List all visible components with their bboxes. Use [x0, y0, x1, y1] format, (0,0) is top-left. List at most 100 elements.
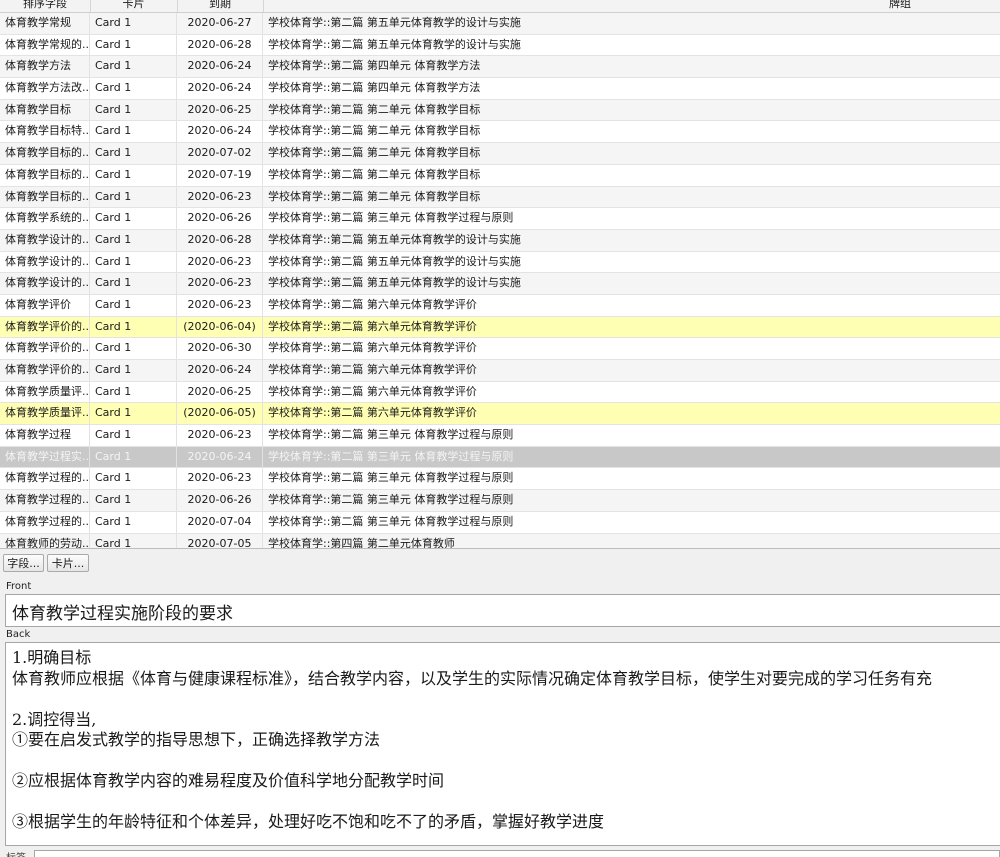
table-row[interactable]: 体育教学方法改... Card 1 2020-06-24 学校体育学::第二篇 第四单…	[0, 78, 1000, 100]
table-row[interactable]: 体育教学目标的... Card 1 2020-07-02 学校体育学::第二篇 第二单…	[0, 143, 1000, 165]
back-field-line: ①要在启发式教学的指导思想下，正确选择教学方法	[12, 730, 381, 749]
table-row[interactable]: 体育教学质量评... Card 1 (2020-06-05) 学校体育学::第二篇 第…	[0, 403, 1000, 426]
cell-sort-field: 体育教学目标的...	[0, 143, 90, 164]
cell-due: 2020-06-27	[177, 13, 263, 34]
cell-deck: 学校体育学::第二篇 第三单元 体育教学过程与原则	[268, 514, 514, 528]
column-header-sort-field[interactable]: 排序字段	[0, 0, 91, 12]
cell-card: Card 1	[90, 143, 177, 164]
cell-due: 2020-06-23	[177, 425, 263, 446]
back-field-line: 2.调控得当,	[12, 709, 97, 729]
back-field-line	[12, 751, 1000, 772]
table-row[interactable]: 体育教学常规 Card 1 2020-06-27 学校体育学::第二篇 第五单元体育教…	[0, 13, 1000, 35]
cell-deck: 学校体育学::第二篇 第五单元体育教学的设计与实施	[268, 276, 521, 290]
cell-sort-field: 体育教学常规	[0, 13, 90, 34]
front-field-label: Front	[6, 581, 32, 592]
cell-card: Card 1	[90, 316, 177, 338]
table-row[interactable]: 体育教学设计的... Card 1 2020-06-23 学校体育学::第二篇 第五单…	[0, 273, 1000, 295]
table-row[interactable]: 体育教学评价 Card 1 2020-06-23 学校体育学::第二篇 第六单元体育教…	[0, 294, 1000, 317]
column-header-card[interactable]: 卡片	[90, 0, 178, 12]
cell-deck: 学校体育学::第二篇 第五单元体育教学的设计与实施	[268, 37, 521, 51]
cell-due: 2020-06-24	[177, 121, 263, 143]
cell-sort-field: 体育教学方法改...	[0, 78, 90, 99]
cell-due: 2020-06-23	[177, 251, 263, 273]
back-field-line	[12, 689, 1000, 710]
cell-due: 2020-06-24	[177, 360, 263, 381]
table-row[interactable]: 体育教学评价的... Card 1 2020-06-24 学校体育学::第二篇 第六单…	[0, 360, 1000, 382]
cell-deck: 学校体育学::第二篇 第三单元 体育教学过程与原则	[268, 211, 514, 225]
cell-deck: 学校体育学::第二篇 第二单元 体育教学目标	[268, 124, 481, 138]
cell-card: Card 1	[90, 34, 177, 56]
cell-sort-field: 体育教学方法	[0, 56, 90, 78]
cell-deck: 学校体育学::第二篇 第四单元 体育教学方法	[268, 59, 481, 73]
cell-due: 2020-06-23	[177, 468, 263, 490]
cell-sort-field: 体育教学过程的...	[0, 511, 90, 533]
cell-card: Card 1	[90, 403, 177, 425]
table-header: 排序字段 卡片 到期 牌组	[0, 0, 1000, 13]
cell-due: 2020-06-24	[177, 78, 263, 99]
cell-due: 2020-06-28	[177, 34, 263, 56]
back-field-line: 1.明确目标	[12, 648, 92, 667]
table-row[interactable]: 体育教学方法 Card 1 2020-06-24 学校体育学::第二篇 第四单元 体育…	[0, 56, 1000, 79]
cell-due: 2020-06-26	[177, 208, 263, 229]
cell-card: Card 1	[90, 229, 177, 251]
back-field-line	[12, 792, 1000, 813]
cell-card: Card 1	[90, 490, 177, 511]
back-field-line: 体育教师应根据《体育与健康课程标准》，结合教学内容，以及学生的实际情况确定体育教…	[12, 668, 933, 688]
table-row[interactable]: 体育教学质量评... Card 1 2020-06-25 学校体育学::第二篇 第六单…	[0, 381, 1000, 404]
cell-deck: 学校体育学::第二篇 第六单元体育教学评价	[268, 297, 477, 311]
table-row[interactable]: 体育教学目标的... Card 1 2020-07-19 学校体育学::第二篇 第二单…	[0, 164, 1000, 187]
cell-due: (2020-06-05)	[177, 403, 263, 425]
cell-card: Card 1	[90, 360, 177, 381]
front-field[interactable]: 体育教学过程实施阶段的要求	[5, 594, 1000, 627]
table-row[interactable]: 体育教学评价的... Card 1 (2020-06-04) 学校体育学::第二篇 第…	[0, 316, 1000, 339]
table-row[interactable]: 体育教学过程的... Card 1 2020-06-23 学校体育学::第二篇 第三单…	[0, 468, 1000, 491]
table-row[interactable]: 体育教学目标 Card 1 2020-06-25 学校体育学::第二篇 第二单元 体育…	[0, 99, 1000, 122]
cell-deck: 学校体育学::第二篇 第六单元体育教学评价	[268, 319, 477, 333]
cell-sort-field: 体育教学过程实...	[0, 446, 90, 468]
cell-sort-field: 体育教学设计的...	[0, 251, 90, 273]
back-field-label: Back	[6, 629, 31, 640]
cell-card: Card 1	[90, 381, 177, 403]
cell-card: Card 1	[90, 56, 177, 78]
cards-button[interactable]: 卡片...	[47, 554, 89, 572]
fields-button[interactable]: 字段...	[3, 554, 44, 572]
cell-card: Card 1	[90, 99, 177, 121]
tags-label: 标签	[6, 849, 26, 857]
table-row[interactable]: 体育教师的劳动... Card 1 2020-07-05 学校体育学::第四篇 第二单…	[0, 533, 1000, 549]
cell-due: 2020-06-30	[177, 338, 263, 359]
cell-card: Card 1	[90, 186, 177, 208]
table-row[interactable]: 体育教学过程的... Card 1 2020-07-04 学校体育学::第二篇 第三单…	[0, 511, 1000, 534]
cell-sort-field: 体育教学设计的...	[0, 229, 90, 251]
cell-due: 2020-07-04	[177, 511, 263, 533]
tags-input[interactable]	[34, 850, 1000, 857]
cell-deck: 学校体育学::第四篇 第二单元体育教师	[268, 536, 455, 549]
table-row[interactable]: 体育教学过程的... Card 1 2020-06-26 学校体育学::第二篇 第三单…	[0, 490, 1000, 512]
cell-deck: 学校体育学::第二篇 第三单元 体育教学过程与原则	[268, 493, 514, 507]
cell-sort-field: 体育教学评价的...	[0, 316, 90, 338]
cell-due: 2020-06-28	[177, 229, 263, 251]
table-row[interactable]: 体育教学过程 Card 1 2020-06-23 学校体育学::第二篇 第三单元 体育…	[0, 425, 1000, 447]
cell-deck: 学校体育学::第二篇 第六单元体育教学评价	[268, 406, 477, 420]
table-row[interactable]: 体育教学目标的... Card 1 2020-06-23 学校体育学::第二篇 第二单…	[0, 186, 1000, 209]
table-row[interactable]: 体育教学设计的... Card 1 2020-06-23 学校体育学::第二篇 第五单…	[0, 251, 1000, 274]
cell-sort-field: 体育教学质量评...	[0, 381, 90, 403]
cell-sort-field: 体育教学评价的...	[0, 338, 90, 359]
column-header-deck[interactable]: 牌组	[263, 0, 1000, 12]
card-browser-table[interactable]: 排序字段 卡片 到期 牌组 体育教学常规 Card 1 2020-06-27 学校体育…	[0, 0, 1000, 549]
cell-due: (2020-06-04)	[177, 316, 263, 338]
table-row[interactable]: 体育教学过程实... Card 1 2020-06-24 学校体育学::第二篇 第三单…	[0, 446, 1000, 469]
cell-deck: 学校体育学::第二篇 第三单元 体育教学过程与原则	[268, 449, 514, 463]
table-row[interactable]: 体育教学常规的... Card 1 2020-06-28 学校体育学::第二篇 第五单…	[0, 34, 1000, 57]
back-field-line: ②应根据体育教学内容的难易程度及价值科学地分配教学时间	[12, 771, 445, 790]
cell-card: Card 1	[90, 208, 177, 229]
cell-sort-field: 体育教学过程	[0, 425, 90, 446]
cell-due: 2020-06-25	[177, 381, 263, 403]
table-row[interactable]: 体育教学评价的... Card 1 2020-06-30 学校体育学::第二篇 第六单…	[0, 338, 1000, 360]
column-header-due[interactable]: 到期	[177, 0, 264, 12]
table-row[interactable]: 体育教学目标特... Card 1 2020-06-24 学校体育学::第二篇 第二单…	[0, 121, 1000, 144]
cell-card: Card 1	[90, 251, 177, 273]
table-row[interactable]: 体育教学系统的... Card 1 2020-06-26 学校体育学::第二篇 第三单…	[0, 208, 1000, 230]
cell-deck: 学校体育学::第二篇 第六单元体育教学评价	[268, 363, 477, 376]
back-field[interactable]: 1.明确目标 体育教师应根据《体育与健康课程标准》，结合教学内容，以及学生的实际情…	[5, 642, 1000, 846]
table-row[interactable]: 体育教学设计的... Card 1 2020-06-28 学校体育学::第二篇 第五单…	[0, 229, 1000, 252]
